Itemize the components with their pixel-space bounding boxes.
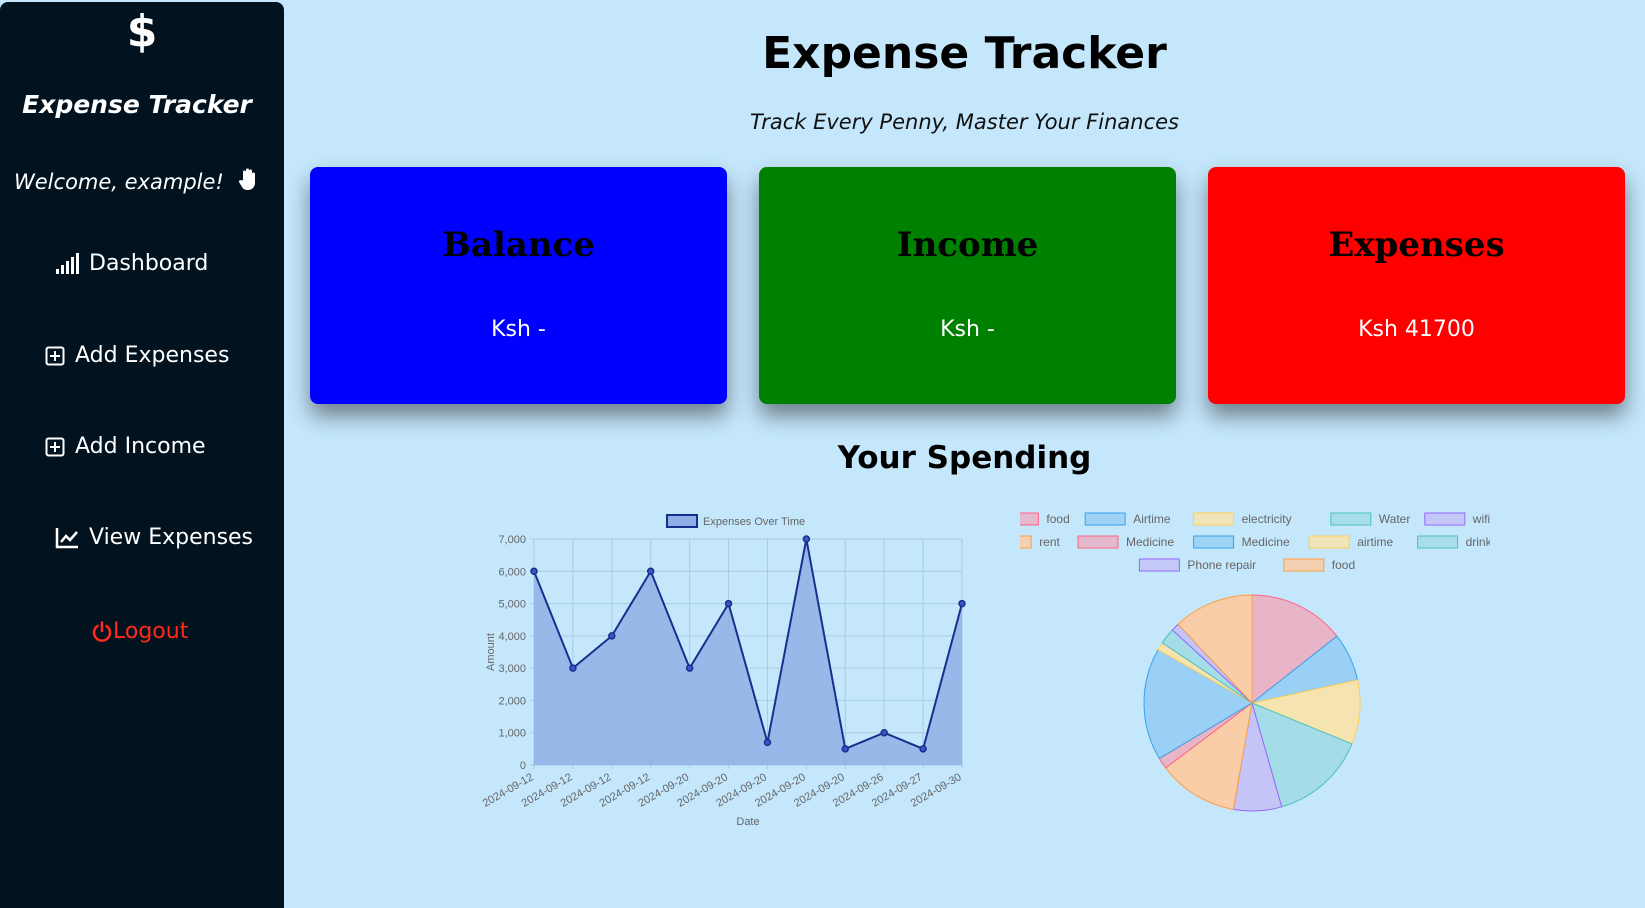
- data-point: [919, 745, 927, 753]
- sidebar-item-label: View Expenses: [89, 525, 254, 550]
- spending-title: Your Spending: [837, 440, 1092, 476]
- sidebar-item-label: Add Expenses: [75, 343, 230, 368]
- data-point: [724, 599, 733, 608]
- legend-swatch: [1283, 558, 1325, 572]
- legend-swatch: [1424, 512, 1466, 526]
- sidebar-item-view-expenses[interactable]: View Expenses: [55, 525, 253, 550]
- plus-square-icon: [45, 437, 65, 457]
- data-point: [763, 738, 772, 747]
- legend-label: food: [1332, 558, 1355, 572]
- y-tick-label: 7,000: [498, 534, 526, 546]
- legend-swatch: [666, 514, 698, 528]
- sidebar-item-dashboard[interactable]: Dashboard: [55, 251, 208, 276]
- card-value: Ksh -: [940, 317, 995, 342]
- legend-label: Water: [1379, 512, 1411, 526]
- y-tick-label: 1,000: [498, 728, 526, 740]
- y-tick-label: 4,000: [498, 631, 526, 643]
- expenses-card: Expenses Ksh 41700: [1208, 167, 1625, 404]
- y-tick-label: 3,000: [498, 663, 526, 675]
- page-title: Expense Tracker: [762, 28, 1167, 79]
- legend-swatch: [1308, 535, 1350, 549]
- legend-label: Medicine: [1242, 535, 1290, 549]
- logout-label: Logout: [113, 619, 189, 644]
- y-tick-label: 6,000: [498, 566, 526, 578]
- card-title: Income: [896, 225, 1039, 265]
- card-value: Ksh -: [491, 317, 546, 342]
- legend-swatch: [1084, 512, 1126, 526]
- card-title: Balance: [442, 225, 595, 265]
- legend-swatch: [1020, 535, 1032, 549]
- y-tick-label: 2,000: [498, 695, 526, 707]
- sidebar-item-add-expenses[interactable]: Add Expenses: [45, 343, 229, 368]
- card-value: Ksh 41700: [1358, 317, 1475, 342]
- expenses-pie-chart: food Airtime electricity Water wifi rent Medic…: [1020, 512, 1490, 812]
- data-point: [530, 567, 538, 576]
- signal-bars-icon: [55, 252, 79, 275]
- legend-label: wifi: [1472, 512, 1490, 526]
- data-point: [608, 632, 616, 640]
- legend-label: Phone repair: [1187, 558, 1256, 572]
- data-point: [646, 567, 655, 576]
- x-axis-title: Date: [736, 816, 759, 828]
- wave-hand-icon: [238, 167, 260, 196]
- logout-button[interactable]: Logout: [91, 619, 188, 644]
- legend-swatch: [1193, 512, 1235, 526]
- legend-label: Medicine: [1126, 535, 1174, 549]
- legend-swatch: [1020, 512, 1039, 526]
- legend-swatch: [1193, 535, 1235, 549]
- legend-swatch: [1330, 512, 1372, 526]
- data-point: [958, 599, 966, 608]
- area-fill: [534, 539, 962, 765]
- legend-swatch: [1417, 535, 1459, 549]
- data-point: [569, 664, 577, 672]
- data-point: [802, 535, 811, 543]
- legend-label: drinks: [1466, 535, 1490, 549]
- dollar-logo-icon: $: [126, 6, 158, 57]
- sidebar-app-name: Expense Tracker: [22, 90, 252, 119]
- legend-label: Airtime: [1133, 512, 1171, 526]
- card-title: Expenses: [1328, 225, 1505, 265]
- data-point: [841, 745, 850, 753]
- balance-card: Balance Ksh -: [310, 167, 727, 404]
- power-icon: [91, 620, 113, 643]
- data-point: [880, 728, 888, 737]
- y-tick-label: 0: [520, 760, 526, 772]
- sidebar-item-label: Add Income: [75, 434, 206, 459]
- sidebar: $ Expense Tracker Welcome, example! Dash…: [0, 2, 284, 908]
- legend-swatch: [1138, 558, 1180, 572]
- sidebar-item-add-income[interactable]: Add Income: [45, 434, 206, 459]
- y-tick-label: 5,000: [498, 599, 526, 611]
- expenses-line-chart: Expenses Over Time 0 1,000 2,000 3,000 4,000 5…: [481, 514, 966, 828]
- data-point: [685, 664, 694, 672]
- legend-label: airtime: [1357, 535, 1393, 549]
- legend-label: food: [1046, 512, 1069, 526]
- plus-square-icon: [45, 346, 65, 366]
- line-chart-icon: [55, 527, 79, 549]
- legend-label: Expenses Over Time: [703, 516, 805, 528]
- legend-label: rent: [1039, 535, 1060, 549]
- page-subtitle: Track Every Penny, Master Your Finances: [750, 110, 1179, 134]
- y-axis-title: Amount: [485, 633, 497, 671]
- legend-label: electricity: [1242, 512, 1292, 526]
- income-card: Income Ksh -: [759, 167, 1176, 404]
- welcome-message: Welcome, example!: [14, 167, 260, 196]
- legend-swatch: [1077, 535, 1119, 549]
- welcome-text: Welcome, example!: [14, 169, 224, 194]
- sidebar-item-label: Dashboard: [89, 251, 209, 276]
